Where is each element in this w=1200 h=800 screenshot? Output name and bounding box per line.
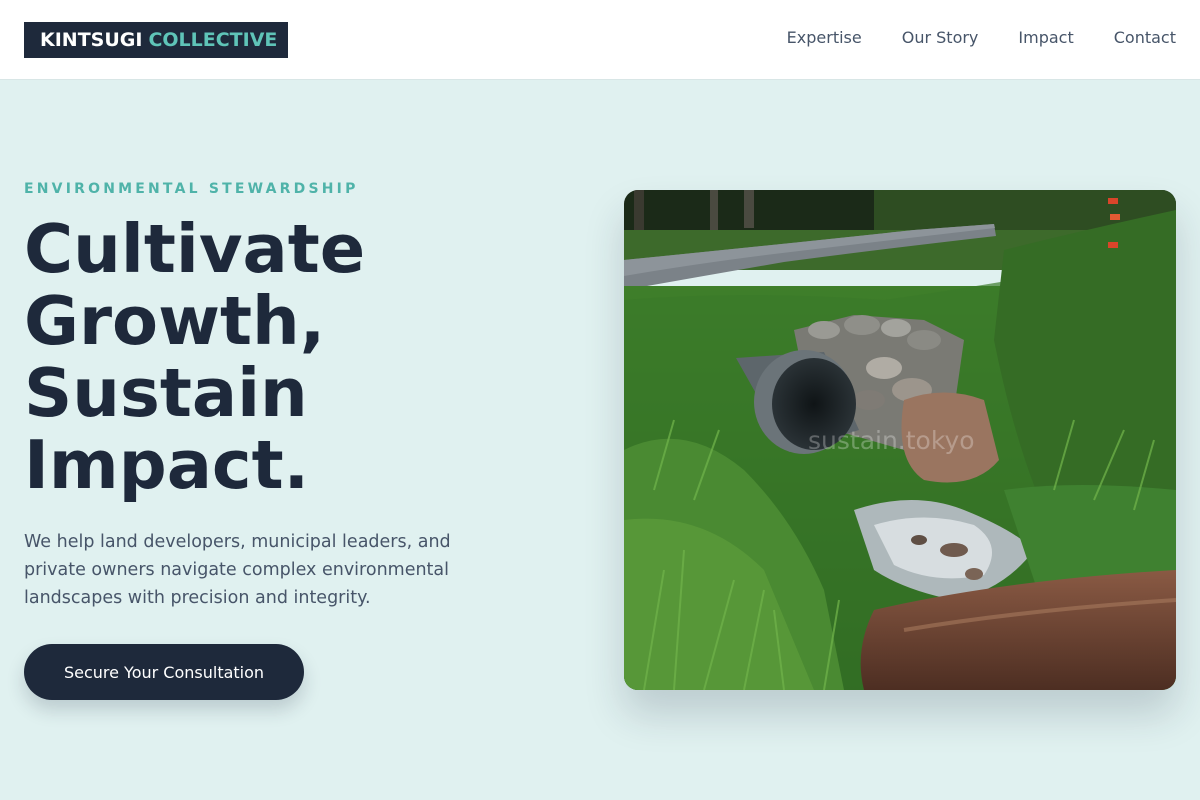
hero-eyebrow: ENVIRONMENTAL STEWARDSHIP [24,181,359,197]
hero-photo: sustain.tokyo [624,190,1176,690]
headline-line-3: Sustain [24,354,308,432]
secure-consultation-button[interactable]: Secure Your Consultation [24,644,304,700]
site-header: KINTSUGI COLLECTIVE Expertise Our Story … [0,0,1200,80]
nav-link-contact[interactable]: Contact [1114,28,1176,48]
main-nav: Expertise Our Story Impact Contact [787,28,1176,48]
headline-line-4: Impact. [24,426,310,504]
nav-link-expertise[interactable]: Expertise [787,28,862,48]
headline-line-1: Cultivate [24,210,366,288]
culvert-stream-illustration [624,190,1176,690]
logo-text-accent: COLLECTIVE [148,29,278,51]
nav-link-our-story[interactable]: Our Story [902,28,979,48]
headline-line-2: Growth, [24,282,326,360]
hero-headline: Cultivate Growth, Sustain Impact. [24,213,544,501]
logo[interactable]: KINTSUGI COLLECTIVE [24,22,288,58]
nav-link-impact[interactable]: Impact [1018,28,1073,48]
logo-text-primary: KINTSUGI [40,29,143,51]
hero-description: We help land developers, municipal leade… [24,532,451,608]
